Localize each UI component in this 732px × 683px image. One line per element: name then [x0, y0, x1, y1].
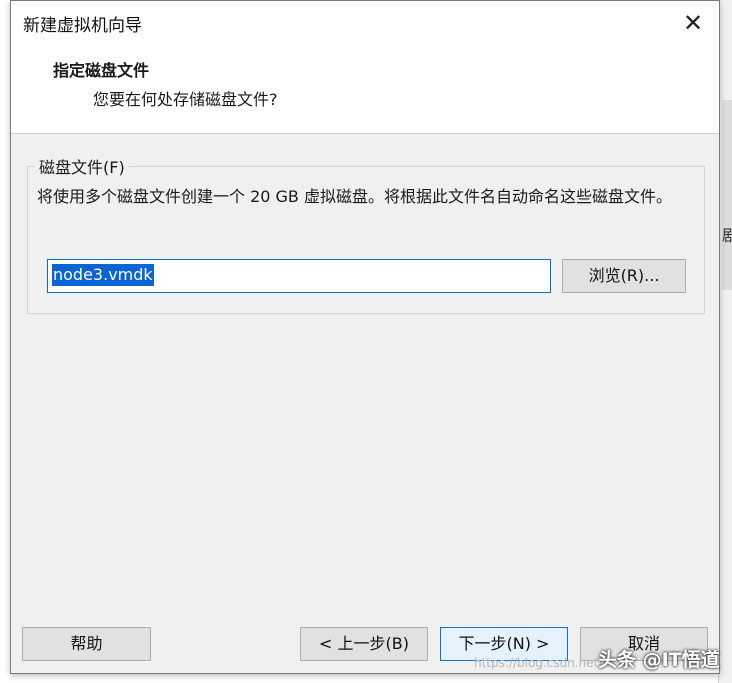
close-icon[interactable]: ✕ — [671, 3, 715, 43]
wizard-header: 指定磁盘文件 您要在何处存储磁盘文件? — [11, 45, 719, 134]
title-bar: 新建虚拟机向导 ✕ — [11, 1, 719, 45]
disk-file-name-input[interactable]: node3.vmdk — [47, 259, 551, 293]
window-title: 新建虚拟机向导 — [23, 16, 142, 36]
disk-file-group-label: 磁盘文件(F) — [35, 154, 129, 178]
brand-watermark: 头条 @IT悟道 — [598, 649, 720, 671]
url-watermark: https://blog.csdn.net/... — [474, 656, 614, 670]
browse-button[interactable]: 浏览(R)... — [562, 259, 686, 293]
disk-file-description: 将使用多个磁盘文件创建一个 20 GB 虚拟磁盘。将根据此文件名自动命名这些磁盘… — [37, 187, 672, 206]
help-button[interactable]: 帮助 — [22, 627, 151, 661]
disk-file-name-value: node3.vmdk — [52, 264, 154, 286]
page-subtitle: 您要在何处存储磁盘文件? — [93, 90, 278, 109]
page-title: 指定磁盘文件 — [53, 61, 150, 80]
background-window-text: 剧 — [722, 226, 732, 245]
new-vm-wizard-dialog: 新建虚拟机向导 ✕ 指定磁盘文件 您要在何处存储磁盘文件? 磁盘文件(F) 将使… — [10, 0, 720, 674]
background-window-strip — [722, 100, 732, 290]
back-button[interactable]: < 上一步(B) — [300, 627, 428, 661]
